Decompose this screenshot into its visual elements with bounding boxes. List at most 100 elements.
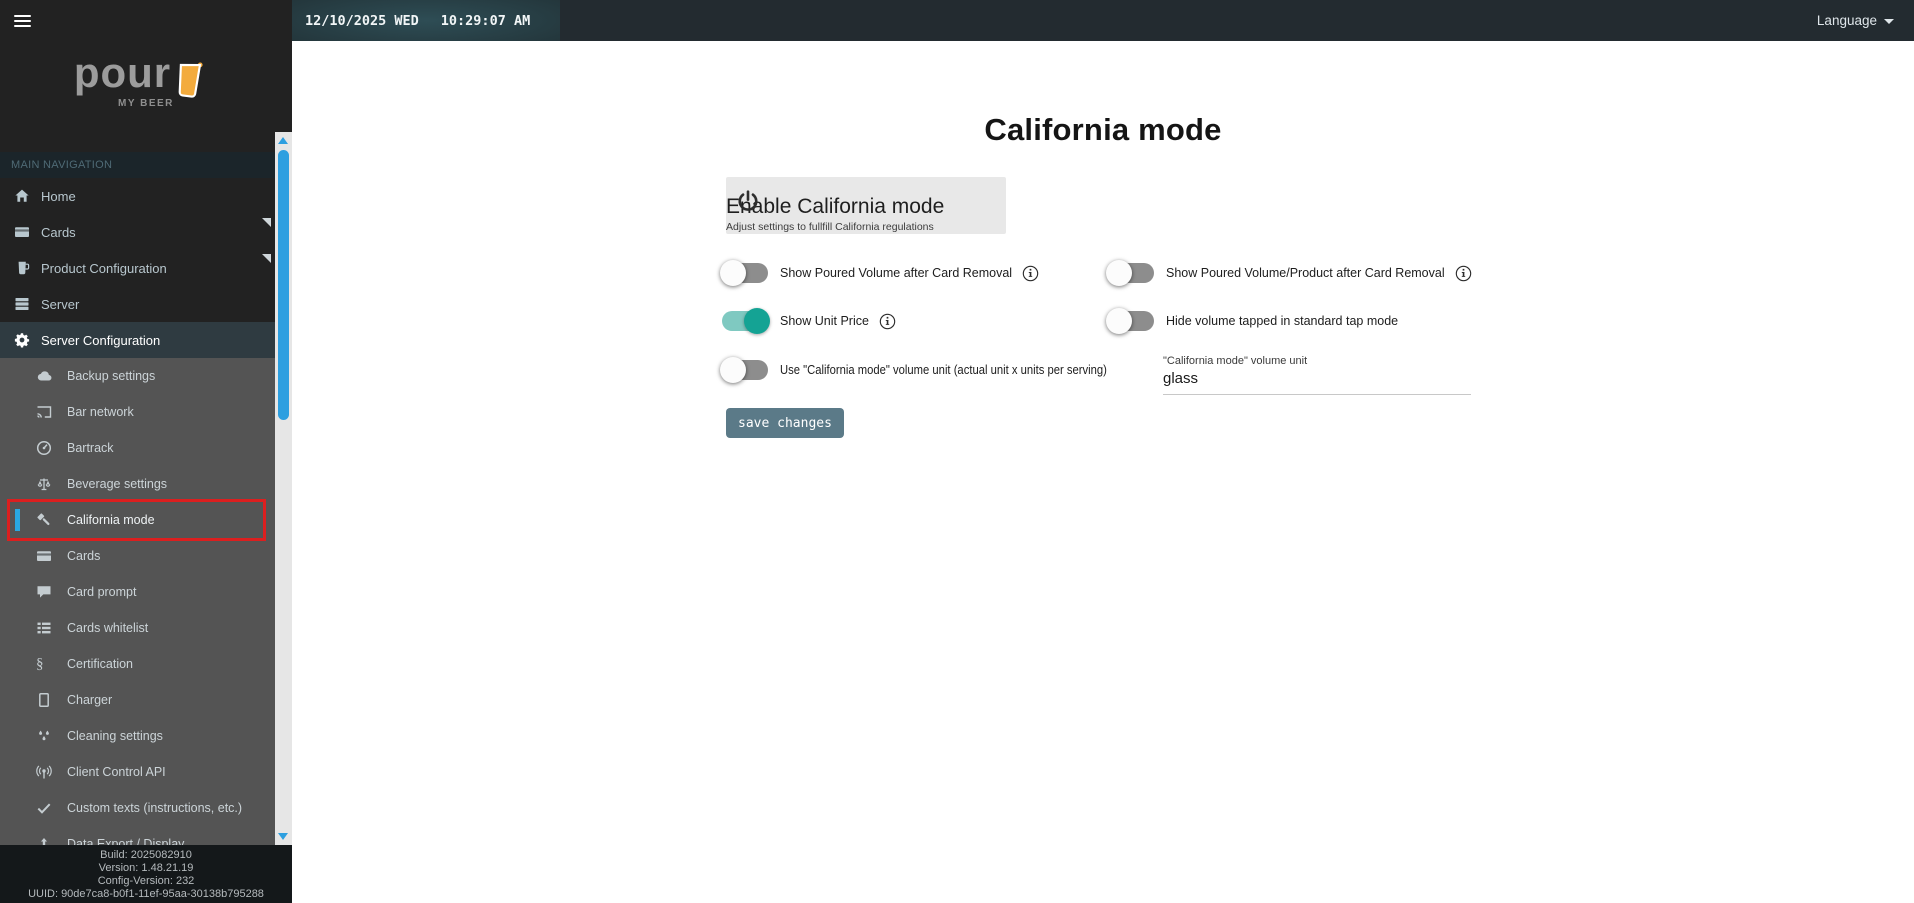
- info-icon[interactable]: [879, 313, 896, 330]
- sidebar: pour MY BEER MAIN NAVIGATION Home Cards Pr…: [0, 0, 292, 903]
- toggle-show-poured-volume-after-card-removal: Show Poured Volume after Card Removal: [720, 260, 1108, 286]
- section-icon: §: [36, 656, 44, 672]
- toggle-switch[interactable]: [722, 308, 770, 334]
- sidebar-subitem-card-prompt[interactable]: Card prompt: [0, 574, 275, 610]
- gavel-icon: [36, 512, 52, 528]
- brand-logo: pour MY BEER: [0, 52, 275, 124]
- sidebar-subitem-label: Bartrack: [67, 441, 114, 455]
- sidebar-subitem-charger[interactable]: Charger: [0, 682, 275, 718]
- toggle-label: Hide volume tapped in standard tap mode: [1166, 314, 1399, 328]
- gauge-icon: [36, 440, 52, 456]
- language-label: Language: [1816, 13, 1877, 28]
- sidebar-subitem-client-control-api[interactable]: Client Control API: [0, 754, 275, 790]
- sidebar-item-product-configuration[interactable]: Product Configuration: [0, 250, 275, 286]
- credit-card-icon: [14, 224, 30, 240]
- drops-icon: [36, 728, 52, 744]
- toggle-label: Show Unit Price: [780, 314, 869, 328]
- beer-glass-logo-icon: [173, 59, 204, 107]
- brand-subtext: MY BEER: [118, 98, 174, 109]
- info-icon[interactable]: [1455, 265, 1472, 282]
- time-text: 10:29:07 AM: [440, 12, 531, 29]
- sidebar-item-cards[interactable]: Cards: [0, 214, 275, 250]
- sidebar-subitem-custom-texts-instructions-etc[interactable]: Custom texts (instructions, etc.): [0, 790, 275, 826]
- server-icon: [14, 296, 30, 312]
- sidebar-subitem-california-mode[interactable]: California mode: [0, 499, 275, 541]
- enable-subtitle: Adjust settings to fullfill California r…: [726, 220, 934, 233]
- sidebar-subitem-label: Bar network: [67, 405, 134, 419]
- gear-icon: [14, 332, 30, 348]
- toggle-label: Show Poured Volume after Card Removal: [780, 266, 1013, 280]
- sidebar-subitem-label: Beverage settings: [67, 477, 168, 491]
- angle-left-icon: [262, 254, 271, 263]
- sidebar-item-label: Server: [41, 296, 80, 312]
- sidebar-subitem-cards-whitelist[interactable]: Cards whitelist: [0, 610, 275, 646]
- server-configuration-submenu: Backup settings Bar network Bartrack Bevera…: [0, 358, 275, 845]
- sidebar-subitem-cards[interactable]: Cards: [0, 538, 275, 574]
- sidebar-item-label: Home: [41, 188, 76, 204]
- toggle-switch[interactable]: [1106, 260, 1154, 286]
- scale-icon: [36, 476, 52, 492]
- main-navigation: Home Cards Product Configuration Server Serv…: [0, 178, 275, 358]
- sidebar-item-home[interactable]: Home: [0, 178, 275, 214]
- scrollbar-thumb[interactable]: [278, 150, 289, 420]
- sidebar-subitem-cleaning-settings[interactable]: Cleaning settings: [0, 718, 275, 754]
- sidebar-subitem-label: Charger: [67, 693, 113, 707]
- toggle-hide-volume-tapped-in-standard-tap-mode: Hide volume tapped in standard tap mode: [1106, 308, 1608, 334]
- sidebar-subitem-label: Custom texts (instructions, etc.): [67, 801, 243, 815]
- build-info: Build: 2025082910 Version: 1.48.21.19 Conf…: [0, 845, 292, 903]
- sidebar-subitem-backup-settings[interactable]: Backup settings: [0, 358, 275, 394]
- toggle-knob: [1106, 308, 1132, 334]
- enable-california-mode-button[interactable]: Enable California mode Adjust settings t…: [726, 177, 1006, 234]
- language-dropdown[interactable]: Language: [1817, 0, 1894, 41]
- sidebar-subitem-beverage-settings[interactable]: Beverage settings: [0, 466, 275, 502]
- brand-name: pour: [73, 49, 172, 96]
- beer-icon: [14, 260, 30, 276]
- scroll-down-arrow-icon[interactable]: [278, 833, 288, 840]
- datetime-display: 12/10/2025 WED 10:29:07 AM: [292, 0, 560, 41]
- export-icon: [36, 836, 52, 845]
- volume-unit-input[interactable]: [1163, 368, 1471, 395]
- sidebar-subitem-bartrack[interactable]: Bartrack: [0, 430, 275, 466]
- sidebar-subitem-certification[interactable]: § Certification: [0, 646, 275, 682]
- enable-title: Enable California mode: [726, 194, 945, 218]
- toggle-knob: [720, 357, 746, 383]
- sidebar-subitem-label: Cards whitelist: [67, 621, 149, 635]
- battery-icon: [36, 692, 52, 708]
- chevron-down-icon: [1884, 19, 1894, 24]
- main-content: California mode Enable California mode A…: [292, 41, 1914, 903]
- sidebar-subitem-label: California mode: [67, 513, 155, 527]
- toggle-switch[interactable]: [720, 260, 768, 286]
- hamburger-menu-button[interactable]: [14, 12, 31, 30]
- info-icon[interactable]: [1022, 265, 1039, 282]
- sidebar-subitem-label: Card prompt: [67, 585, 137, 599]
- sidebar-subitem-data-export-display[interactable]: Data Export / Display: [0, 826, 275, 845]
- sidebar-scrollbar[interactable]: [275, 132, 292, 845]
- credit-card-icon: [36, 548, 52, 564]
- toggle-label: Use "California mode" volume unit (actua…: [780, 363, 1107, 377]
- toggle-switch[interactable]: [720, 357, 768, 383]
- scroll-up-arrow-icon[interactable]: [278, 137, 288, 144]
- volume-unit-field-label: "California mode" volume unit: [1163, 355, 1308, 367]
- toggle-show-poured-volume-product-after-card-re: Show Poured Volume/Product after Card Re…: [1106, 260, 1608, 286]
- sidebar-item-label: Product Configuration: [41, 260, 167, 276]
- build-info-line: Config-Version: 232: [97, 875, 195, 887]
- page-title: California mode: [984, 112, 1222, 147]
- toggle-show-unit-price: Show Unit Price: [722, 308, 1108, 334]
- sidebar-item-server[interactable]: Server: [0, 286, 275, 322]
- comment-icon: [36, 584, 52, 600]
- save-changes-button[interactable]: save changes: [726, 408, 844, 438]
- settings-form: Show Poured Volume after Card Removal Sho…: [720, 249, 1608, 395]
- list-icon: [36, 620, 52, 636]
- check-icon: [36, 800, 52, 816]
- sidebar-subitem-bar-network[interactable]: Bar network: [0, 394, 275, 430]
- toggle-switch[interactable]: [1106, 308, 1154, 334]
- toggle-use-california-mode-volume-unit-actual-u: Use "California mode" volume unit (actua…: [720, 357, 1108, 383]
- app-root: 12/10/2025 WED 10:29:07 AM Language pour…: [0, 0, 1914, 903]
- california-volume-unit-field: "California mode" volume unit: [1108, 345, 1608, 395]
- antenna-icon: [36, 764, 52, 780]
- toggle-knob: [720, 260, 746, 286]
- sidebar-item-server-configuration[interactable]: Server Configuration: [0, 322, 275, 358]
- cast-icon: [36, 404, 52, 420]
- build-info-line: Version: 1.48.21.19: [98, 862, 194, 874]
- toggle-label: Show Poured Volume/Product after Card Re…: [1166, 266, 1445, 280]
